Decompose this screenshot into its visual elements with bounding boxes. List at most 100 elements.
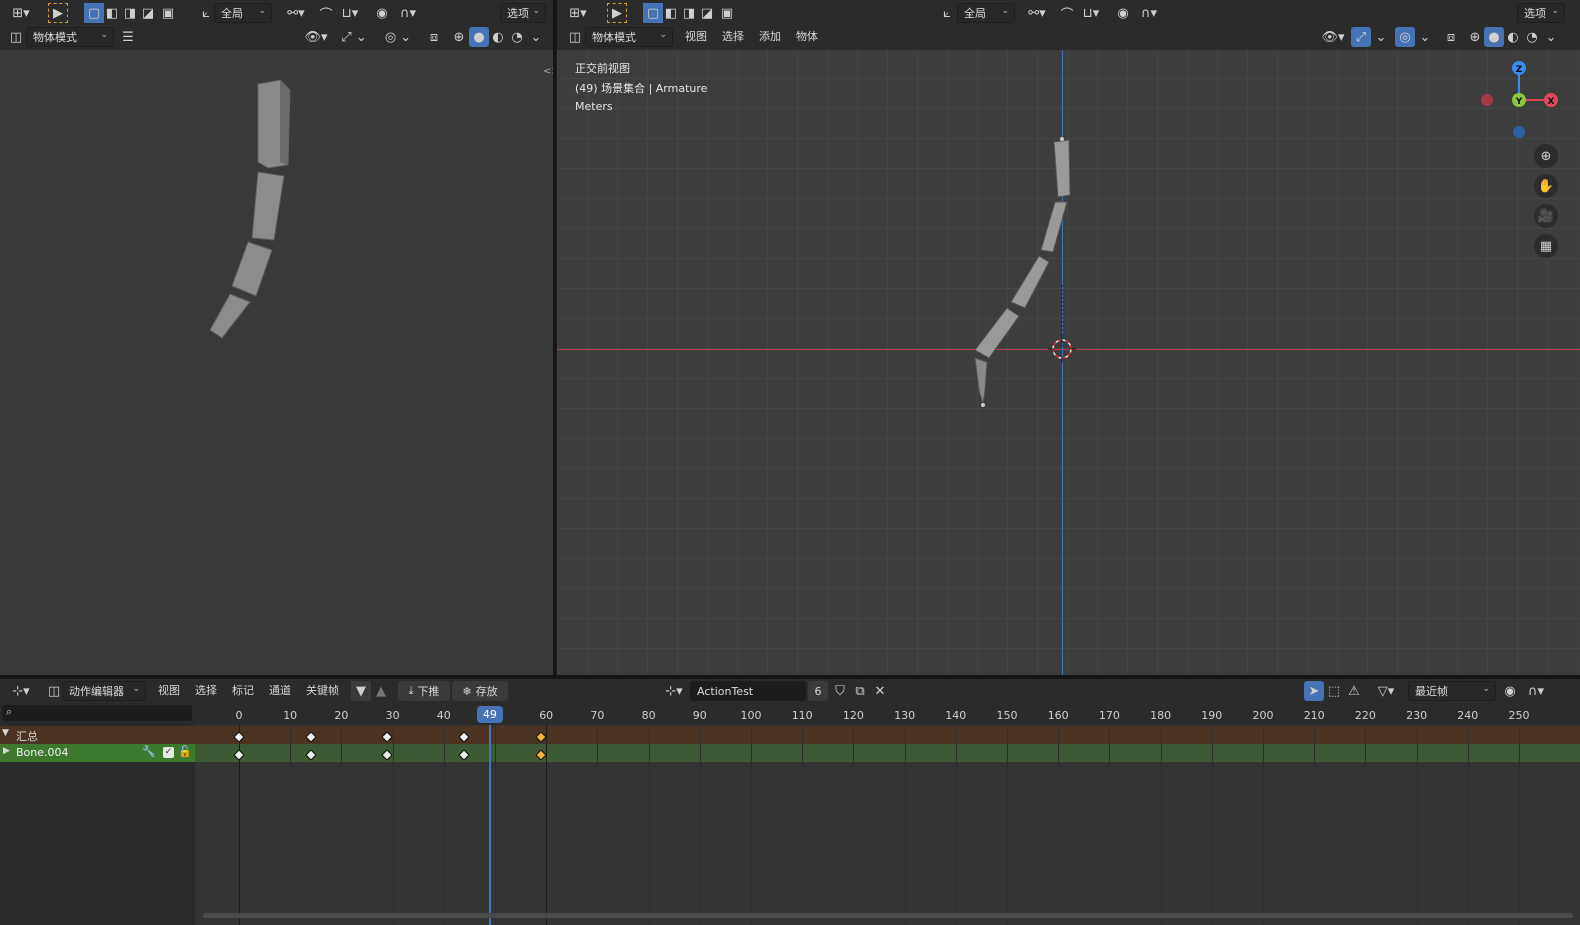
- proportional-edit-icon[interactable]: ◉: [1500, 681, 1520, 701]
- gizmo-toggle-icon[interactable]: ⤢: [1351, 27, 1371, 47]
- select-new-icon[interactable]: ▢: [84, 3, 104, 23]
- snap-icon[interactable]: ⌒: [1057, 3, 1077, 23]
- falloff-icon[interactable]: ∩▾: [1522, 681, 1550, 701]
- snap-target-icon[interactable]: ⊔▾: [1077, 3, 1105, 23]
- only-selected-icon[interactable]: ➤: [1304, 681, 1324, 701]
- playhead-line[interactable]: [488, 725, 491, 925]
- shading-wire-icon[interactable]: ⊕: [449, 27, 469, 47]
- layer-down-icon[interactable]: ▼: [351, 681, 371, 701]
- dopesheet-timeline[interactable]: 0 10 20 30 40 60 70 80 90 100 110 120 130 140 150 160 17…: [195, 703, 1580, 925]
- duplicate-action-icon[interactable]: ⧉: [850, 681, 870, 701]
- select-invert-icon[interactable]: ◪: [138, 3, 158, 23]
- editor-mode-dropdown[interactable]: 动作编辑器 ⌄: [62, 681, 146, 701]
- options-dropdown[interactable]: 选项 ⌄: [1517, 3, 1565, 23]
- select-invert-icon[interactable]: ◪: [697, 3, 717, 23]
- editor-type-icon[interactable]: ⊞▾: [6, 3, 36, 23]
- camera-icon[interactable]: 🎥: [1534, 204, 1558, 228]
- push-down-button[interactable]: ⤓ 下推: [398, 681, 450, 701]
- gizmo-toggle-icon[interactable]: ⤢ ⌄: [336, 27, 372, 47]
- menu-select[interactable]: 选择: [722, 27, 744, 47]
- select-tool-icon[interactable]: ▶: [48, 3, 68, 23]
- pivot-icon[interactable]: ⚯▾: [282, 3, 310, 23]
- show-hidden-icon[interactable]: ⬚: [1324, 681, 1344, 701]
- editor-type-icon[interactable]: ⊹▾: [6, 681, 36, 701]
- current-frame-indicator[interactable]: 49: [476, 706, 503, 723]
- proportional-icon[interactable]: ◉: [372, 3, 392, 23]
- collapse-arrow-icon[interactable]: ▶: [3, 746, 10, 756]
- orientation-dropdown[interactable]: 全局 ⌄: [957, 3, 1015, 23]
- shading-material-icon[interactable]: ◐: [1503, 27, 1523, 47]
- snap-mode-dropdown[interactable]: 最近帧 ⌄: [1408, 681, 1496, 701]
- xray-icon[interactable]: ⧈: [1441, 27, 1461, 47]
- menu-select[interactable]: 选择: [195, 681, 217, 701]
- visibility-icon[interactable]: 👁▾: [302, 27, 330, 47]
- lock-icon[interactable]: 🔓: [178, 745, 192, 758]
- expand-arrow-icon[interactable]: ▼: [2, 728, 9, 738]
- area-divider-vertical[interactable]: [553, 0, 557, 675]
- menu-add[interactable]: 添加: [759, 27, 781, 47]
- overlay-toggle-icon[interactable]: ◎ ⌄: [380, 27, 416, 47]
- select-subtract-icon[interactable]: ◨: [120, 3, 140, 23]
- wrench-icon[interactable]: 🔧: [142, 745, 156, 758]
- overlay-toggle-icon[interactable]: ◎: [1395, 27, 1415, 47]
- mode-dropdown[interactable]: 物体模式 ⌄: [585, 27, 673, 47]
- channel-search-field[interactable]: ⌕: [2, 705, 192, 721]
- shading-wire-icon[interactable]: ⊕: [1465, 27, 1485, 47]
- select-intersect-icon[interactable]: ▣: [717, 3, 737, 23]
- left-view-header: ⊞▾ ▶ ▢ ◧ ◨ ◪ ▣ ⟀ 全局 ⌄ ⚯▾ ⌒ ⊔▾ ◉ ∩▾ 选项 ⌄ ◫ …: [0, 0, 553, 50]
- shading-rendered-icon[interactable]: ◔: [507, 27, 527, 47]
- shading-material-icon[interactable]: ◐: [488, 27, 508, 47]
- grid-view-icon[interactable]: ▦: [1534, 234, 1558, 258]
- overlay-options-icon[interactable]: ⌄: [1415, 27, 1435, 47]
- stash-button[interactable]: ❄ 存放: [452, 681, 508, 701]
- shading-solid-icon[interactable]: ●: [469, 27, 489, 47]
- action-browse-icon[interactable]: ⊹▾: [660, 681, 688, 701]
- falloff-icon[interactable]: ∩▾: [1135, 3, 1163, 23]
- xray-icon[interactable]: ⧈: [424, 27, 444, 47]
- shading-solid-icon[interactable]: ●: [1484, 27, 1504, 47]
- snap-target-icon[interactable]: ⊔▾: [336, 3, 364, 23]
- visibility-icon[interactable]: 👁▾: [1319, 27, 1347, 47]
- menu-channel[interactable]: 通道: [269, 681, 291, 701]
- unlink-action-icon[interactable]: ✕: [870, 681, 890, 701]
- hamburger-menu-icon[interactable]: ☰: [118, 27, 138, 47]
- menu-keyframe[interactable]: 关键帧: [306, 681, 339, 701]
- select-extend-icon[interactable]: ◧: [102, 3, 122, 23]
- select-subtract-icon[interactable]: ◨: [679, 3, 699, 23]
- snap-icon[interactable]: ⌒: [316, 3, 336, 23]
- select-extend-icon[interactable]: ◧: [661, 3, 681, 23]
- zoom-icon[interactable]: ⊕: [1534, 144, 1558, 168]
- menu-object[interactable]: 物体: [796, 27, 818, 47]
- shading-options-icon[interactable]: ⌄: [526, 27, 546, 47]
- orientation-dropdown[interactable]: 全局 ⌄: [214, 3, 272, 23]
- proportional-icon[interactable]: ◉: [1113, 3, 1133, 23]
- editor-type-icon[interactable]: ⊞▾: [563, 3, 593, 23]
- menu-view[interactable]: 视图: [685, 27, 707, 47]
- select-tool-icon[interactable]: ▶: [607, 3, 627, 23]
- gizmo-options-icon[interactable]: ⌄: [1371, 27, 1391, 47]
- checkbox-icon[interactable]: ✓: [163, 747, 174, 758]
- pan-hand-icon[interactable]: ✋: [1534, 174, 1558, 198]
- falloff-icon[interactable]: ∩▾: [394, 3, 422, 23]
- select-new-icon[interactable]: ▢: [643, 3, 663, 23]
- select-intersect-icon[interactable]: ▣: [158, 3, 178, 23]
- fake-user-shield-icon[interactable]: ⛉: [830, 681, 850, 701]
- shading-options-icon[interactable]: ⌄: [1541, 27, 1561, 47]
- action-users-count[interactable]: 6: [808, 681, 828, 701]
- menu-view[interactable]: 视图: [158, 681, 180, 701]
- left-viewport[interactable]: <>: [0, 50, 560, 675]
- channel-row-summary[interactable]: ▼ 汇总: [0, 726, 195, 744]
- navigation-gizmo[interactable]: Z X Y: [1477, 58, 1567, 148]
- pivot-icon[interactable]: ⚯▾: [1023, 3, 1051, 23]
- right-viewport[interactable]: 正交前视图 (49) 场景集合 | Armature Meters Z X Y …: [557, 50, 1580, 675]
- filter-icon[interactable]: ▽▾: [1372, 681, 1400, 701]
- layer-up-icon[interactable]: ▲: [371, 681, 391, 701]
- mode-dropdown[interactable]: 物体模式 ⌄: [26, 27, 114, 47]
- shading-rendered-icon[interactable]: ◔: [1522, 27, 1542, 47]
- action-name-field[interactable]: ActionTest: [690, 681, 806, 701]
- horizontal-scrollbar[interactable]: [203, 913, 1573, 918]
- menu-marker[interactable]: 标记: [232, 681, 254, 701]
- options-dropdown[interactable]: 选项 ⌄: [500, 3, 546, 23]
- channel-row-bone[interactable]: ▶ Bone.004 🔧 ✓ 🔓: [0, 744, 195, 762]
- only-errors-icon[interactable]: ⚠: [1344, 681, 1364, 701]
